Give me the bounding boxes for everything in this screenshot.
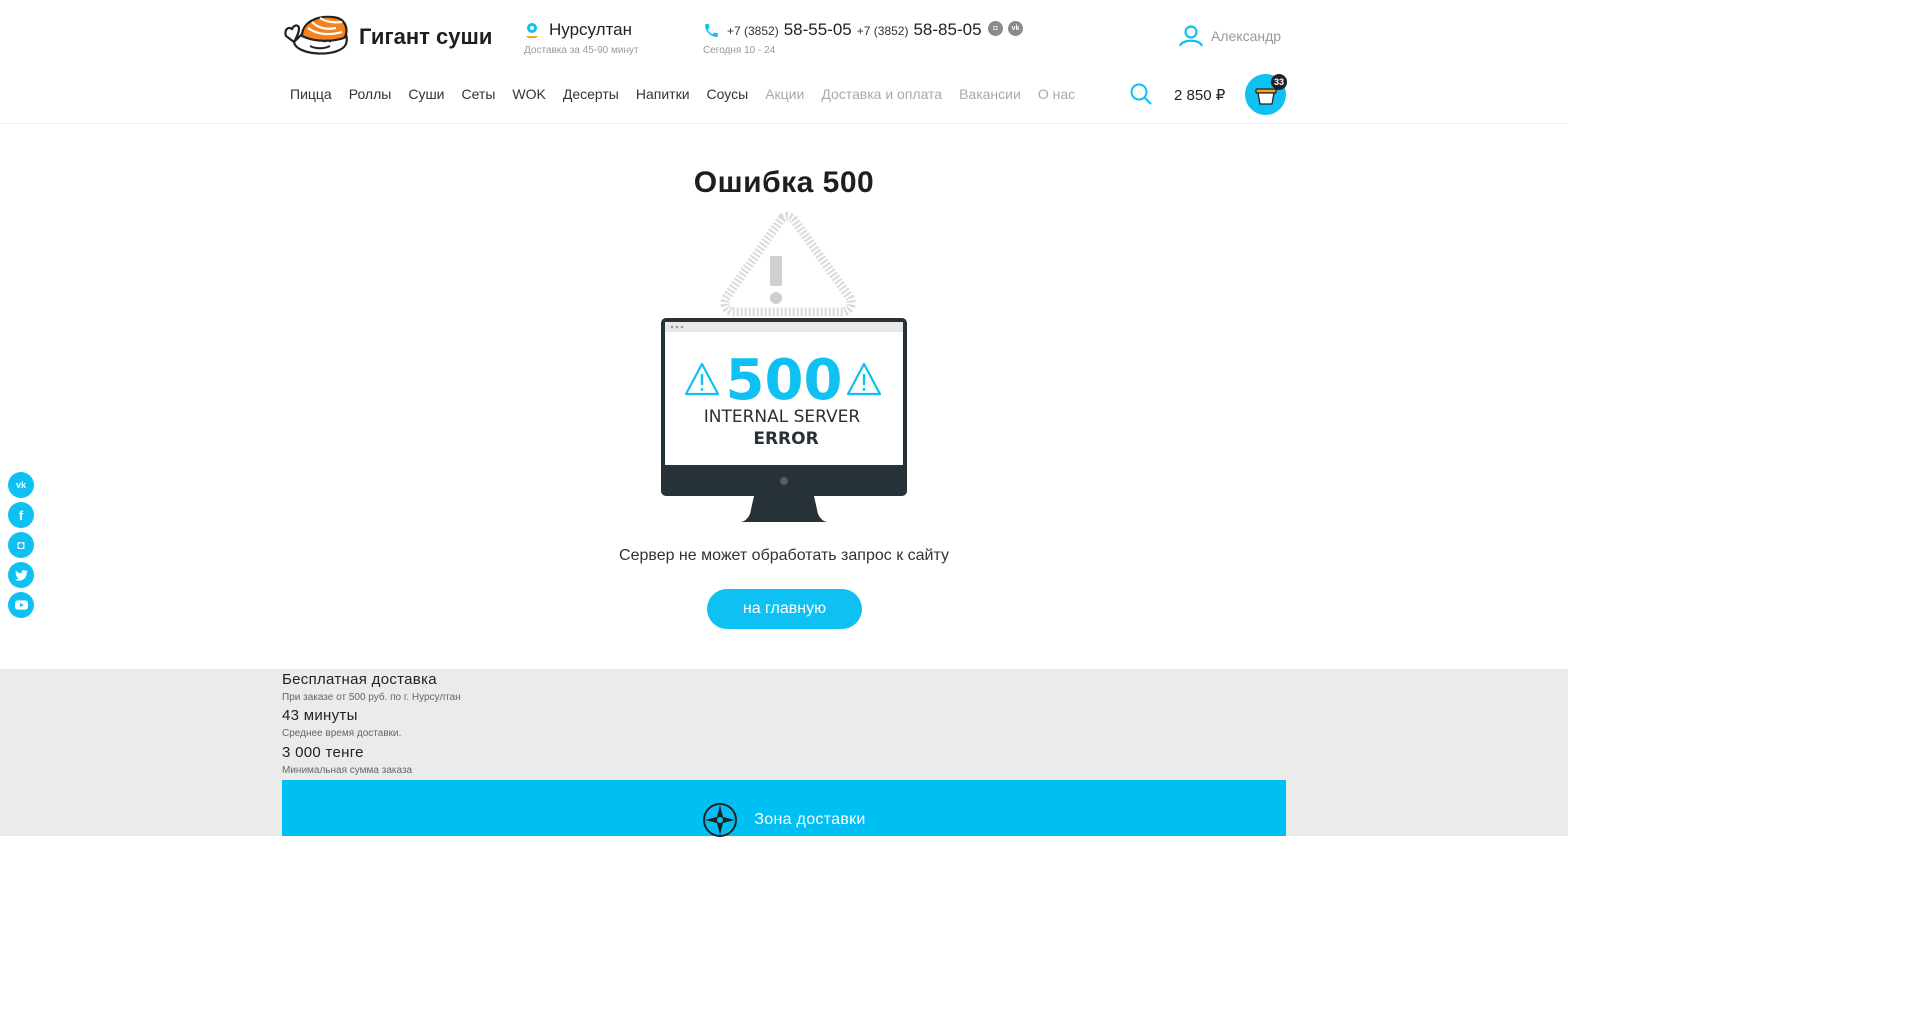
city-selector[interactable]: Нурсултан Доставка за 45-90 минут [524, 20, 639, 56]
site-header: Гигант суши Нурсултан Доставка за 45-90 … [0, 0, 1568, 124]
instagram-icon[interactable]: ◘ [988, 21, 1003, 36]
error-500-illustration: 500 INTERNAL SERVER ERROR [661, 212, 907, 522]
cart-count-badge: 33 [1271, 74, 1287, 90]
nav-item-delivery[interactable]: Доставка и оплата [821, 86, 942, 102]
instagram-icon[interactable]: ◘ [8, 532, 34, 558]
city-name: Нурсултан [549, 20, 633, 39]
info-free-delivery: Бесплатная доставка При заказе от 500 ру… [282, 671, 461, 703]
info-title: Бесплатная доставка [282, 671, 437, 688]
facebook-icon[interactable]: f [8, 502, 34, 528]
info-subtitle: Минимальная сумма заказа [282, 765, 413, 776]
phone-number-1[interactable]: 58-55-05 [784, 20, 852, 40]
delivery-time: Доставка за 45-90 минут [524, 45, 639, 56]
working-hours: Сегодня 10 - 24 [703, 45, 776, 56]
nav-item-drinks[interactable]: Напитки [636, 86, 690, 102]
logo[interactable]: Гигант суши [282, 14, 492, 60]
vk-icon[interactable]: vk [8, 472, 34, 498]
nav-item-desserts[interactable]: Десерты [563, 86, 619, 102]
info-min-order: 3 000 тенге Минимальная сумма заказа [282, 744, 412, 776]
page: Гигант суши Нурсултан Доставка за 45-90 … [0, 0, 1568, 837]
delivery-zone-banner[interactable]: Зона доставки [282, 780, 1286, 837]
nav-item-sushi[interactable]: Суши [408, 86, 444, 102]
info-title: 3 000 тенге [282, 744, 364, 761]
nav-item-rolls[interactable]: Роллы [349, 86, 392, 102]
info-subtitle: Среднее время доставки. [282, 728, 402, 739]
info-title: 43 минуты [282, 707, 358, 724]
sushi-whale-logo-icon [284, 15, 348, 55]
location-pin-icon [526, 23, 538, 38]
phone-number-2[interactable]: 58-85-05 [913, 20, 981, 40]
cart-total[interactable]: 2 850 ₽ [1174, 86, 1225, 104]
main-nav: Пицца Роллы Суши Сеты WOK Десерты Напитк… [290, 86, 1092, 102]
phone-code-1: +7 (3852) [727, 24, 779, 38]
nav-item-sets[interactable]: Сеты [462, 86, 496, 102]
user-account[interactable]: Александр [1178, 24, 1281, 48]
user-name: Александр [1211, 28, 1282, 44]
nav-item-wok[interactable]: WOK [512, 86, 545, 102]
page-title: Ошибка 500 [693, 166, 875, 199]
error-line-1: INTERNAL SERVER [704, 407, 861, 427]
nav-item-vacancies[interactable]: Вакансии [959, 86, 1021, 102]
nav-item-pizza[interactable]: Пицца [290, 86, 332, 102]
error-description: Сервер не может обработать запрос к сайт… [619, 547, 949, 564]
info-subtitle: При заказе от 500 руб. по г. Нурсултан [282, 692, 461, 703]
user-icon [1178, 25, 1204, 47]
nav-item-about[interactable]: О нас [1038, 86, 1075, 102]
brand-name: Гигант суши [359, 24, 493, 49]
info-delivery-time: 43 минуты Среднее время доставки. [282, 707, 401, 739]
twitter-icon[interactable] [8, 562, 34, 588]
search-icon[interactable] [1129, 82, 1153, 106]
vk-icon[interactable]: vk [1008, 21, 1023, 36]
phones-block: +7 (3852) 58-55-05 +7 (3852) 58-85-05 Се… [703, 20, 987, 56]
compass-icon [703, 803, 738, 837]
nav-item-promos[interactable]: Акции [765, 86, 804, 102]
youtube-icon[interactable] [8, 592, 34, 618]
error-line-2: ERROR [753, 429, 818, 449]
home-button[interactable]: на главную [707, 589, 862, 629]
phone-icon [705, 23, 718, 37]
delivery-zone-label: Зона доставки [754, 811, 866, 828]
phone-code-2: +7 (3852) [856, 24, 909, 38]
nav-item-sauces[interactable]: Соусы [707, 86, 749, 102]
error-code: 500 [726, 348, 843, 413]
